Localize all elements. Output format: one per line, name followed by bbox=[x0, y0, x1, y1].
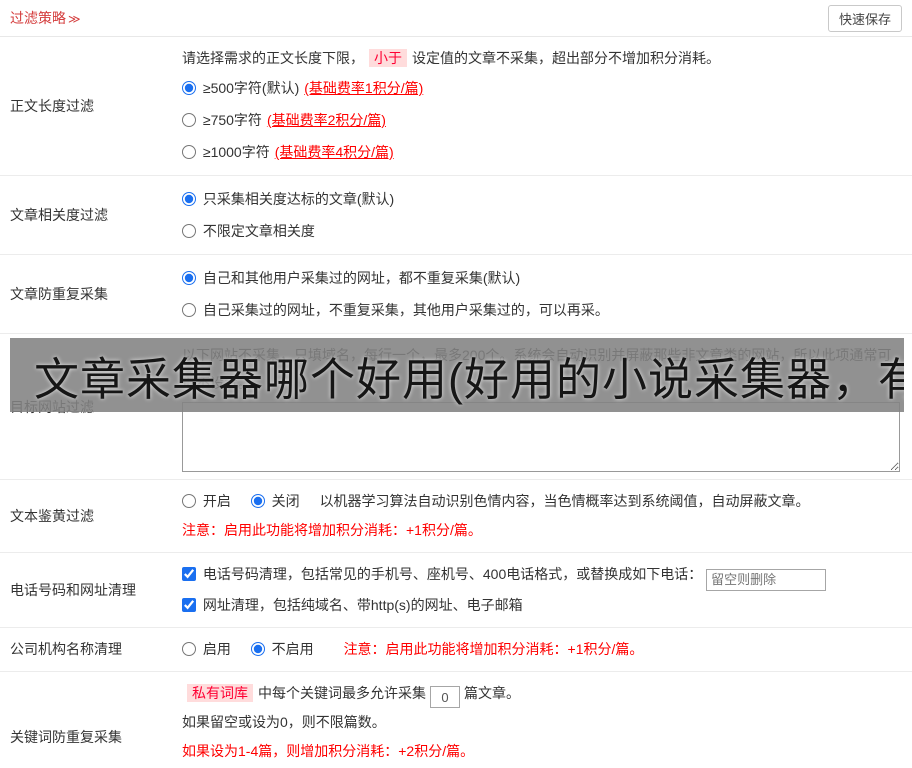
blocked-sites-textarea[interactable] bbox=[182, 402, 900, 472]
row-content-dedup: 自己和其他用户采集过的网址，都不重复采集(默认) 自己采集过的网址，不重复采集，… bbox=[176, 255, 912, 333]
radio-company-off[interactable] bbox=[250, 641, 265, 656]
company-cost-note: 注意：启用此功能将增加积分消耗：+1积分/篇。 bbox=[343, 640, 644, 657]
fee-note: (基础费率2积分/篇) bbox=[266, 112, 386, 128]
replacement-phone-input[interactable] bbox=[706, 568, 827, 591]
fee-note: (基础费率4积分/篇) bbox=[274, 144, 394, 160]
row-content-company-cleanup: 启用 不启用 注意：启用此功能将增加积分消耗：+1积分/篇。 bbox=[176, 628, 912, 671]
row-relevance-filter: 文章相关度过滤 只采集相关度达标的文章(默认) 不限定文章相关度 bbox=[0, 176, 912, 255]
option-label: 自己和其他用户采集过的网址，都不重复采集(默认) bbox=[202, 270, 521, 286]
page-title[interactable]: 过滤策略 ≫ bbox=[10, 8, 81, 28]
filter-strategy-page: 过滤策略 ≫ 快速保存 正文长度过滤 请选择需求的正文长度下限， 小于 设定值的文章不… bbox=[0, 0, 912, 768]
option-phone-cleanup[interactable]: 电话号码清理，包括常见的手机号、座机号、400电话格式，或替换成如下电话： bbox=[182, 566, 706, 582]
intro-text-post: 设定值的文章不采集，超出部分不增加积分消耗。 bbox=[412, 50, 720, 66]
row-content-keyword-dedup: 私有词库中每个关键词最多允许采集 篇文章。 如果留空或设为0，则不限篇数。 如果设… bbox=[176, 672, 912, 768]
option-length-750[interactable]: ≥750字符 (基础费率2积分/篇) bbox=[182, 112, 386, 128]
row-porn-filter: 文本鉴黄过滤 开启 关闭 以机器学习算法自动识别色情内容，当色情概率达到系统阈值… bbox=[0, 480, 912, 553]
keyword-count-input[interactable] bbox=[430, 686, 460, 708]
intro-highlight-less-than: 小于 bbox=[369, 49, 407, 67]
chevron-double-icon: ≫ bbox=[68, 12, 81, 26]
body-length-intro: 请选择需求的正文长度下限， 小于 设定值的文章不采集，超出部分不增加积分消耗。 bbox=[182, 44, 900, 72]
keyword-limit-text: 中每个关键词最多允许采集 bbox=[258, 684, 426, 701]
radio-porn-off[interactable] bbox=[250, 494, 265, 508]
option-label: 网址清理，包括纯域名、带http(s)的网址、电子邮箱 bbox=[202, 596, 523, 613]
row-phone-url-cleanup: 电话号码和网址清理 电话号码清理，包括常见的手机号、座机号、400电话格式，或替… bbox=[0, 553, 912, 628]
row-label-keyword-dedup: 关键词防重复采集 bbox=[10, 728, 122, 745]
option-company-off[interactable]: 不启用 bbox=[250, 640, 318, 657]
private-lexicon-badge[interactable]: 私有词库 bbox=[187, 683, 253, 702]
option-dedup-global[interactable]: 自己和其他用户采集过的网址，都不重复采集(默认) bbox=[182, 270, 520, 286]
row-content-phone-cleanup: 电话号码清理，包括常见的手机号、座机号、400电话格式，或替换成如下电话： 网址… bbox=[176, 553, 912, 627]
keyword-note-zero: 如果留空或设为0，则不限篇数。 bbox=[182, 714, 386, 730]
quick-save-button[interactable]: 快速保存 bbox=[827, 4, 902, 32]
option-label: ≥500字符(默认) bbox=[202, 80, 300, 96]
option-label: 不启用 bbox=[271, 640, 314, 657]
option-relevance-strict[interactable]: 只采集相关度达标的文章(默认) bbox=[182, 191, 394, 207]
row-company-name-cleanup: 公司机构名称清理 启用 不启用 注意：启用此功能将增加积分消耗：+1积分/篇。 bbox=[0, 628, 912, 672]
page-header: 过滤策略 ≫ 快速保存 bbox=[0, 0, 912, 37]
watermark-banner: 文章采集器哪个好用(好用的小说采集器，有 bbox=[10, 338, 904, 412]
row-label-phone-cleanup: 电话号码和网址清理 bbox=[10, 581, 136, 598]
intro-text-pre: 请选择需求的正文长度下限， bbox=[182, 50, 364, 66]
option-line: ≥500字符(默认) (基础费率1积分/篇) bbox=[182, 72, 900, 104]
option-url-cleanup[interactable]: 网址清理，包括纯域名、带http(s)的网址、电子邮箱 bbox=[182, 597, 523, 613]
radio-relevance-strict[interactable] bbox=[182, 192, 196, 206]
radio-dedup-global[interactable] bbox=[182, 271, 196, 285]
option-length-1000[interactable]: ≥1000字符 (基础费率4积分/篇) bbox=[182, 144, 394, 160]
row-content-porn: 开启 关闭 以机器学习算法自动识别色情内容，当色情概率达到系统阈值，自动屏蔽文章… bbox=[176, 480, 912, 552]
option-line: 自己和其他用户采集过的网址，都不重复采集(默认) bbox=[182, 262, 900, 294]
row-label-dedup: 文章防重复采集 bbox=[10, 286, 108, 302]
keyword-limit-suffix: 篇文章。 bbox=[464, 684, 520, 701]
option-length-500[interactable]: ≥500字符(默认) (基础费率1积分/篇) bbox=[182, 80, 423, 96]
option-line: 只采集相关度达标的文章(默认) bbox=[182, 183, 900, 215]
option-line: 自己采集过的网址，不重复采集，其他用户采集过的，可以再采。 bbox=[182, 294, 900, 326]
radio-dedup-own-only[interactable] bbox=[182, 303, 196, 317]
option-label: 启用 bbox=[202, 640, 231, 657]
radio-relevance-any[interactable] bbox=[182, 224, 196, 238]
page-title-text: 过滤策略 bbox=[10, 10, 66, 26]
option-line: ≥1000字符 (基础费率4积分/篇) bbox=[182, 136, 900, 168]
row-content-body-length: 请选择需求的正文长度下限， 小于 设定值的文章不采集，超出部分不增加积分消耗。 ≥5… bbox=[176, 37, 912, 175]
row-label-porn: 文本鉴黄过滤 bbox=[10, 508, 94, 524]
company-options-line: 启用 不启用 注意：启用此功能将增加积分消耗：+1积分/篇。 bbox=[182, 635, 900, 664]
option-line: 不限定文章相关度 bbox=[182, 215, 900, 247]
radio-porn-on[interactable] bbox=[182, 494, 196, 508]
porn-cost-note: 注意：启用此功能将增加积分消耗：+1积分/篇。 bbox=[182, 522, 482, 538]
checkbox-phone-cleanup[interactable] bbox=[182, 567, 196, 581]
option-label: ≥750字符 bbox=[202, 112, 262, 128]
checkbox-url-cleanup[interactable] bbox=[182, 597, 196, 612]
porn-options-line: 开启 关闭 以机器学习算法自动识别色情内容，当色情概率达到系统阈值，自动屏蔽文章… bbox=[182, 487, 900, 516]
option-company-on[interactable]: 启用 bbox=[182, 641, 235, 657]
fee-note: (基础费率1积分/篇) bbox=[304, 80, 424, 96]
url-cleanup-line: 网址清理，包括纯域名、带http(s)的网址、电子邮箱 bbox=[182, 591, 900, 620]
option-label: 关闭 bbox=[271, 493, 300, 509]
row-label-body-length: 正文长度过滤 bbox=[10, 98, 94, 114]
row-label-company-cleanup: 公司机构名称清理 bbox=[10, 641, 122, 657]
watermark-text: 文章采集器哪个好用(好用的小说采集器，有 bbox=[34, 353, 904, 405]
option-label: 不限定文章相关度 bbox=[202, 223, 315, 239]
keyword-note-cost: 如果设为1-4篇，则增加积分消耗：+2积分/篇。 bbox=[182, 743, 475, 759]
option-porn-off[interactable]: 关闭 bbox=[250, 493, 304, 509]
porn-desc: 以机器学习算法自动识别色情内容，当色情概率达到系统阈值，自动屏蔽文章。 bbox=[319, 493, 810, 509]
row-keyword-dedup: 关键词防重复采集 私有词库中每个关键词最多允许采集 篇文章。 如果留空或设为0，则… bbox=[0, 672, 912, 768]
option-label: 电话号码清理，包括常见的手机号、座机号、400电话格式，或替换成如下电话： bbox=[202, 566, 703, 582]
phone-cleanup-line: 电话号码清理，包括常见的手机号、座机号、400电话格式，或替换成如下电话： bbox=[182, 560, 900, 591]
option-label: ≥1000字符 bbox=[202, 144, 270, 160]
radio-length-500[interactable] bbox=[182, 81, 196, 95]
radio-length-750[interactable] bbox=[182, 113, 196, 127]
keyword-limit-line: 私有词库中每个关键词最多允许采集 篇文章。 bbox=[182, 679, 900, 708]
option-dedup-own-only[interactable]: 自己采集过的网址，不重复采集，其他用户采集过的，可以再采。 bbox=[182, 302, 609, 318]
row-dedup-collection: 文章防重复采集 自己和其他用户采集过的网址，都不重复采集(默认) 自己采集过的网… bbox=[0, 255, 912, 334]
row-body-length-filter: 正文长度过滤 请选择需求的正文长度下限， 小于 设定值的文章不采集，超出部分不增加积… bbox=[0, 37, 912, 176]
option-label: 只采集相关度达标的文章(默认) bbox=[202, 191, 395, 207]
option-porn-on[interactable]: 开启 bbox=[182, 493, 235, 509]
option-label: 开启 bbox=[202, 493, 231, 509]
option-label: 自己采集过的网址，不重复采集，其他用户采集过的，可以再采。 bbox=[202, 302, 609, 318]
row-content-relevance: 只采集相关度达标的文章(默认) 不限定文章相关度 bbox=[176, 176, 912, 254]
radio-length-1000[interactable] bbox=[182, 145, 196, 159]
option-line: ≥750字符 (基础费率2积分/篇) bbox=[182, 104, 900, 136]
row-label-relevance: 文章相关度过滤 bbox=[10, 207, 108, 223]
radio-company-on[interactable] bbox=[182, 641, 196, 656]
option-relevance-any[interactable]: 不限定文章相关度 bbox=[182, 223, 315, 239]
